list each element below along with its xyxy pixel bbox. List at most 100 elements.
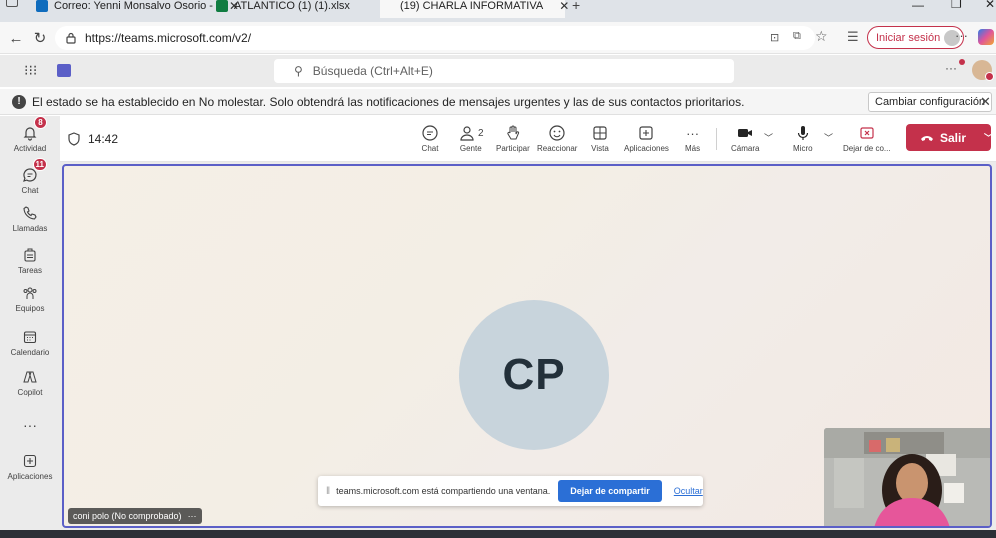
more-icon[interactable]: ··· [955, 28, 968, 43]
signin-label: Iniciar sesión [876, 31, 941, 44]
back-icon[interactable]: ← [6, 28, 26, 48]
excel-icon [216, 0, 228, 12]
view-label: Vista [591, 144, 609, 153]
chat-icon: 11 [19, 158, 47, 186]
phone-icon [19, 202, 41, 224]
mic-button[interactable]: Micro [793, 122, 813, 153]
microphone-icon [794, 122, 812, 144]
refresh-icon[interactable]: ↻ [30, 28, 50, 48]
add-app-icon [637, 122, 655, 144]
participant-name-badge[interactable]: coni polo (No comprobado) ··· [68, 508, 202, 524]
rail-item-activity[interactable]: 8 Actividad [0, 116, 60, 153]
rail-item-teams[interactable]: Equipos [0, 282, 60, 313]
raise-hand-button[interactable]: Participar [496, 122, 530, 153]
settings-more-icon[interactable]: ··· [945, 61, 957, 75]
grid-view-icon [591, 122, 609, 144]
window-close-icon[interactable]: ✕ [985, 0, 995, 11]
view-button[interactable]: Vista [591, 122, 609, 153]
info-icon: ! [12, 94, 26, 109]
teams-top-bar: ⁝⁝⁝ ⚲ Búsqueda (Ctrl+Alt+E) ··· [0, 55, 996, 87]
close-banner-icon[interactable]: ✕ [980, 94, 991, 110]
stop-share-icon [858, 122, 876, 144]
address-bar[interactable]: https://teams.microsoft.com/v2/ [55, 26, 815, 50]
leave-button[interactable]: Salir ﹀ [906, 124, 993, 151]
rail-item-calls[interactable]: Llamadas [0, 202, 60, 233]
change-settings-button[interactable]: Cambiar configuración [868, 92, 993, 112]
leave-options-chevron-icon[interactable]: ﹀ [984, 131, 993, 144]
mic-options-chevron-icon[interactable]: ﹀ [824, 131, 833, 144]
dnd-banner: ! El estado se ha establecido en No mole… [0, 89, 996, 115]
status-dnd-icon [985, 72, 994, 81]
rail-item-tasks[interactable]: Tareas [0, 244, 60, 275]
people-label: Gente [459, 144, 482, 153]
meeting-timer: 14:42 [88, 132, 119, 146]
more-label: Más [685, 144, 701, 153]
rail-label: Aplicaciones [7, 472, 53, 481]
tasks-icon [19, 244, 41, 266]
stop-share-label: Dejar de co... [843, 144, 891, 153]
rail-label: Chat [21, 186, 39, 195]
rail-item-more[interactable]: ··· [0, 414, 60, 436]
tab-actions-icon[interactable] [6, 0, 18, 7]
chat-button[interactable]: Chat [421, 122, 439, 153]
camera-button[interactable]: Cámara [731, 122, 759, 153]
tab-title: Correo: Yenni Monsalvo Osorio - [54, 0, 213, 12]
participant-video-tile[interactable]: CP coni polo (No comprobado) ··· ‖ teams… [62, 164, 992, 528]
self-video-preview[interactable] [824, 428, 990, 526]
browser-tab-teams[interactable]: (19) CHARLA INFORMATIVA ✕ [380, 0, 569, 18]
smiley-icon [548, 122, 566, 144]
favorite-star-icon[interactable]: ☆ [815, 28, 828, 45]
search-icon: ⚲ [294, 64, 303, 78]
rail-item-calendar[interactable]: Calendario [0, 326, 60, 357]
rail-label: Copilot [17, 388, 43, 397]
more-icon[interactable]: ··· [188, 511, 197, 521]
people-button[interactable]: 2 Gente [458, 122, 484, 153]
new-tab-icon[interactable]: + [572, 0, 580, 13]
browser-toolbar: ← ↻ https://teams.microsoft.com/v2/ ⊡ ⧉ … [0, 22, 996, 54]
hide-link[interactable]: Ocultar [674, 486, 703, 496]
apps-button[interactable]: Aplicaciones [624, 122, 669, 153]
people-count: 2 [478, 127, 484, 139]
rail-label: Actividad [13, 144, 47, 153]
search-input[interactable]: ⚲ Búsqueda (Ctrl+Alt+E) [274, 59, 734, 83]
rail-item-chat[interactable]: 11 Chat [0, 158, 60, 195]
minimize-icon[interactable]: — [912, 0, 924, 12]
rail-item-copilot[interactable]: Copilot [0, 366, 60, 397]
rail-item-apps[interactable]: Aplicaciones [0, 450, 60, 481]
sharing-notification-bar: ‖ teams.microsoft.com está compartiendo … [318, 476, 703, 506]
rail-label: Calendario [10, 348, 50, 357]
open-in-app-icon[interactable]: ⧉ [793, 30, 801, 43]
close-icon[interactable]: ✕ [559, 0, 569, 13]
meeting-stage: CP coni polo (No comprobado) ··· ‖ teams… [60, 162, 996, 530]
rail-label: Llamadas [12, 224, 48, 233]
signin-button[interactable]: Iniciar sesión [867, 26, 965, 49]
more-icon: ··· [686, 125, 700, 141]
notification-dot [959, 59, 965, 65]
favorites-icon[interactable]: ☰ [847, 29, 859, 45]
participant-name: coni polo (No comprobado) [73, 511, 182, 521]
tab-title: ATLANTICO (1) (1).xlsx [234, 0, 350, 12]
chat-badge: 11 [32, 158, 47, 171]
apps-label: Aplicaciones [624, 144, 669, 153]
outlook-icon [36, 0, 48, 12]
restore-icon[interactable]: ❐ [951, 0, 962, 11]
react-button[interactable]: Reaccionar [537, 122, 577, 153]
copilot-browser-icon[interactable] [978, 29, 994, 45]
chat-icon [421, 122, 439, 144]
share-message: teams.microsoft.com está compartiendo un… [336, 486, 551, 496]
drag-handle-icon[interactable]: ‖ [326, 486, 330, 497]
camera-icon [736, 122, 754, 144]
meeting-header: 14:42 Chat 2 Gente Participar Reaccionar… [60, 116, 996, 162]
stop-sharing-button[interactable]: Dejar de co... [843, 122, 891, 153]
camera-label: Cámara [731, 144, 760, 153]
os-taskbar [0, 530, 996, 538]
camera-options-chevron-icon[interactable]: ﹀ [764, 131, 773, 144]
stop-sharing-bar-button[interactable]: Dejar de compartir [558, 480, 662, 502]
read-aloud-icon[interactable]: ⊡ [770, 31, 779, 44]
more-actions-button[interactable]: ··· Más [685, 122, 701, 154]
bell-icon: 8 [19, 116, 47, 144]
lock-icon [66, 32, 76, 44]
app-launcher-icon[interactable]: ⁝⁝⁝ [24, 62, 37, 79]
rail-label: Equipos [15, 304, 45, 313]
chat-label: Chat [421, 144, 439, 153]
